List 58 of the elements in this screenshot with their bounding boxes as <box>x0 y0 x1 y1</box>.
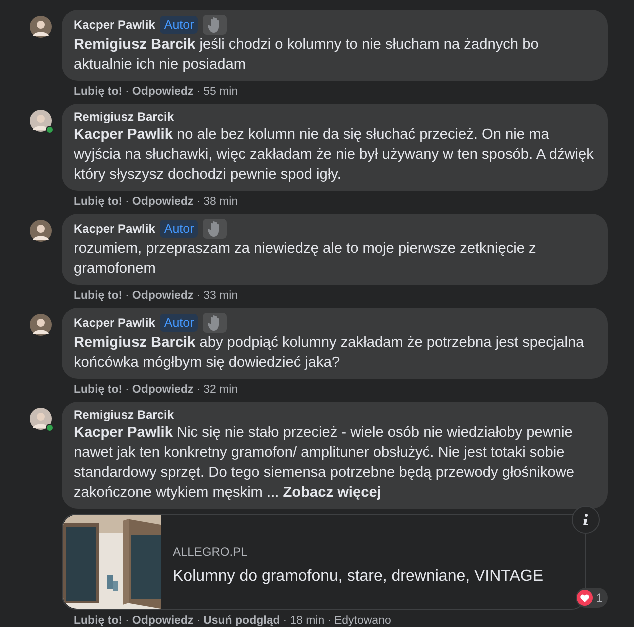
author-link[interactable]: Kacper Pawlik <box>74 17 156 33</box>
separator-dot: · <box>196 383 201 397</box>
author-badge: Autor <box>160 314 198 332</box>
separator-dot: · <box>126 383 130 397</box>
avatar[interactable] <box>30 314 52 336</box>
avatar[interactable] <box>30 220 52 242</box>
avatar[interactable] <box>30 408 52 430</box>
action-link[interactable]: Odpowiedz <box>132 195 194 209</box>
wave-button[interactable] <box>203 313 228 333</box>
info-button[interactable] <box>572 506 600 534</box>
author-badge: Autor <box>160 220 198 238</box>
comment-text: Kacper Pawlik no ale bez kolumn nie da się słuchać przecież. On nie ma wyjścia na słuchawki, więc zakładam że nie był używany w ten sposób. A dźwięk który słyszysz dochodzi pewnie spod igły. <box>74 126 595 185</box>
author-link[interactable]: Remigiusz Barcik <box>74 407 174 423</box>
separator-dot: · <box>283 614 288 627</box>
action-link[interactable]: Odpowiedz <box>132 614 194 627</box>
action-link[interactable]: Lubię to! <box>74 289 123 303</box>
timestamp-link[interactable]: 38 min <box>204 195 238 209</box>
separator-dot: · <box>126 614 130 627</box>
comment-text: Remigiusz Barcik jeśli chodzi o kolumny to nie słucham na żadnych bo aktualnie ich nie posiadam <box>74 36 540 75</box>
separator-dot: · <box>126 195 130 209</box>
separator-dot: · <box>196 614 201 627</box>
author-link[interactable]: Remigiusz Barcik <box>74 109 174 125</box>
separator-dot: · <box>126 289 130 303</box>
link-preview-card[interactable]: ALLEGRO.PL Kolumny do gramofonu, stare, drewniane, VINTAGE <box>62 514 586 610</box>
reaction-number: 1 <box>596 590 603 607</box>
timestamp-link[interactable]: 55 min <box>204 85 238 99</box>
comment-text: rozumiem, przepraszam za niewiedzę ale to moje pierwsze zetknięcie z gramofonem <box>74 240 538 279</box>
wave-button[interactable] <box>203 15 228 35</box>
separator-dot: · <box>126 85 130 99</box>
author-link[interactable]: Kacper Pawlik <box>74 315 156 331</box>
separator-dot: · <box>196 85 201 99</box>
action-link[interactable]: Lubię to! <box>74 614 123 627</box>
action-link[interactable]: Lubię to! <box>74 195 123 209</box>
comment-text: Kacper Pawlik Nic się nie stało przecież - wiele osób nie wiedziałoby pewnie nawet jak ten konkretny gramofon/ amplituner obsłużyć. Nie jest totaki sobie standardowy sprzęt. Do tego siemensa potrzebne będą przewody głośnikowe zakończone wtykiem męskim ... Zobacz więcej <box>74 424 576 503</box>
reaction-count[interactable]: 1 <box>576 588 608 608</box>
wave-button[interactable] <box>203 219 228 239</box>
avatar[interactable] <box>30 16 52 38</box>
separator-dot: · <box>196 195 201 209</box>
see-more-link[interactable]: Zobacz więcej <box>283 485 382 501</box>
link-domain: ALLEGRO.PL <box>173 544 249 561</box>
timestamp-link[interactable]: 32 min <box>204 383 238 397</box>
action-link[interactable]: Odpowiedz <box>132 85 194 99</box>
avatar[interactable] <box>30 110 52 132</box>
action-link[interactable]: Odpowiedz <box>132 383 194 397</box>
edited-label: Edytowano <box>334 614 392 627</box>
author-link[interactable]: Kacper Pawlik <box>74 221 156 237</box>
action-link[interactable]: Usuń podgląd <box>204 614 280 627</box>
author-badge: Autor <box>160 16 198 34</box>
comment-text: Remigiusz Barcik aby podpiąć kolumny zakładam że potrzebna jest specjalna końcówka mógłbym się dowiedzieć jaka? <box>74 334 586 373</box>
link-title: Kolumny do gramofonu, stare, drewniane, VINTAGE <box>173 567 544 587</box>
separator-dot: · <box>328 614 332 627</box>
separator-dot: · <box>196 289 201 303</box>
timestamp-link[interactable]: 33 min <box>204 289 238 303</box>
action-link[interactable]: Lubię to! <box>74 85 123 99</box>
info-icon <box>583 514 589 526</box>
timestamp-link[interactable]: 18 min <box>290 614 325 627</box>
action-link[interactable]: Lubię to! <box>74 383 123 397</box>
action-link[interactable]: Odpowiedz <box>132 289 194 303</box>
